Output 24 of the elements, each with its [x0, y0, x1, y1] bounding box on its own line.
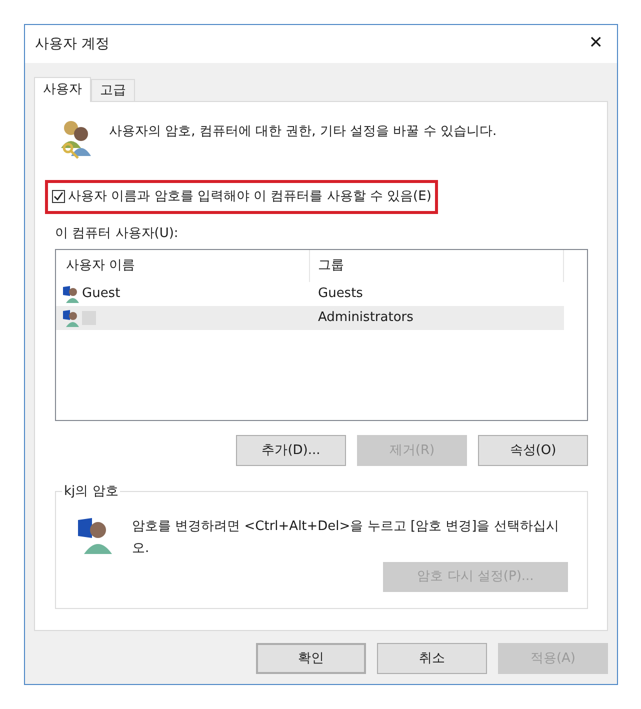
tab[interactable]: 사용자	[34, 77, 91, 102]
dialog-button[interactable]: 취소	[377, 643, 487, 674]
user-computer-icon	[62, 309, 80, 327]
user-name-cell-text: Guest	[82, 285, 120, 304]
column-header[interactable]: 그룹	[310, 250, 564, 282]
list-button[interactable]: 추가(D)...	[236, 435, 346, 466]
window-title: 사용자 계정	[35, 34, 110, 54]
tab[interactable]: 고급	[91, 79, 135, 101]
users-label: 이 컴퓨터 사용자(U):	[55, 224, 180, 242]
dialog-button[interactable]: 확인	[256, 643, 366, 674]
users-key-icon	[59, 118, 93, 160]
group-cell-text: Administrators	[317, 309, 414, 328]
password-hint-text: 암호를 변경하려면 <Ctrl+Alt+Del>을 누르고 [암호 변경]을 선택하십시오.	[132, 518, 560, 558]
user-row[interactable]: Guest Guests	[56, 282, 564, 306]
user-row[interactable]: Administrators	[56, 306, 564, 330]
column-header[interactable]: 사용자 이름	[56, 250, 310, 282]
close-button[interactable]: ✕	[584, 31, 607, 57]
checkbox-label: 사용자 이름과 암호를 입력해야 이 컴퓨터를 사용할 수 있음(E)	[68, 188, 432, 206]
description-text: 사용자의 암호, 컴퓨터에 대한 권한, 기타 설정을 바꿀 수 있습니다.	[109, 123, 497, 141]
checkbox[interactable]	[52, 190, 65, 204]
group-cell-text: Guests	[317, 285, 363, 304]
list-button[interactable]: 속성(O)	[478, 435, 588, 466]
user-computer-icon	[62, 285, 80, 303]
check-icon	[53, 191, 64, 202]
